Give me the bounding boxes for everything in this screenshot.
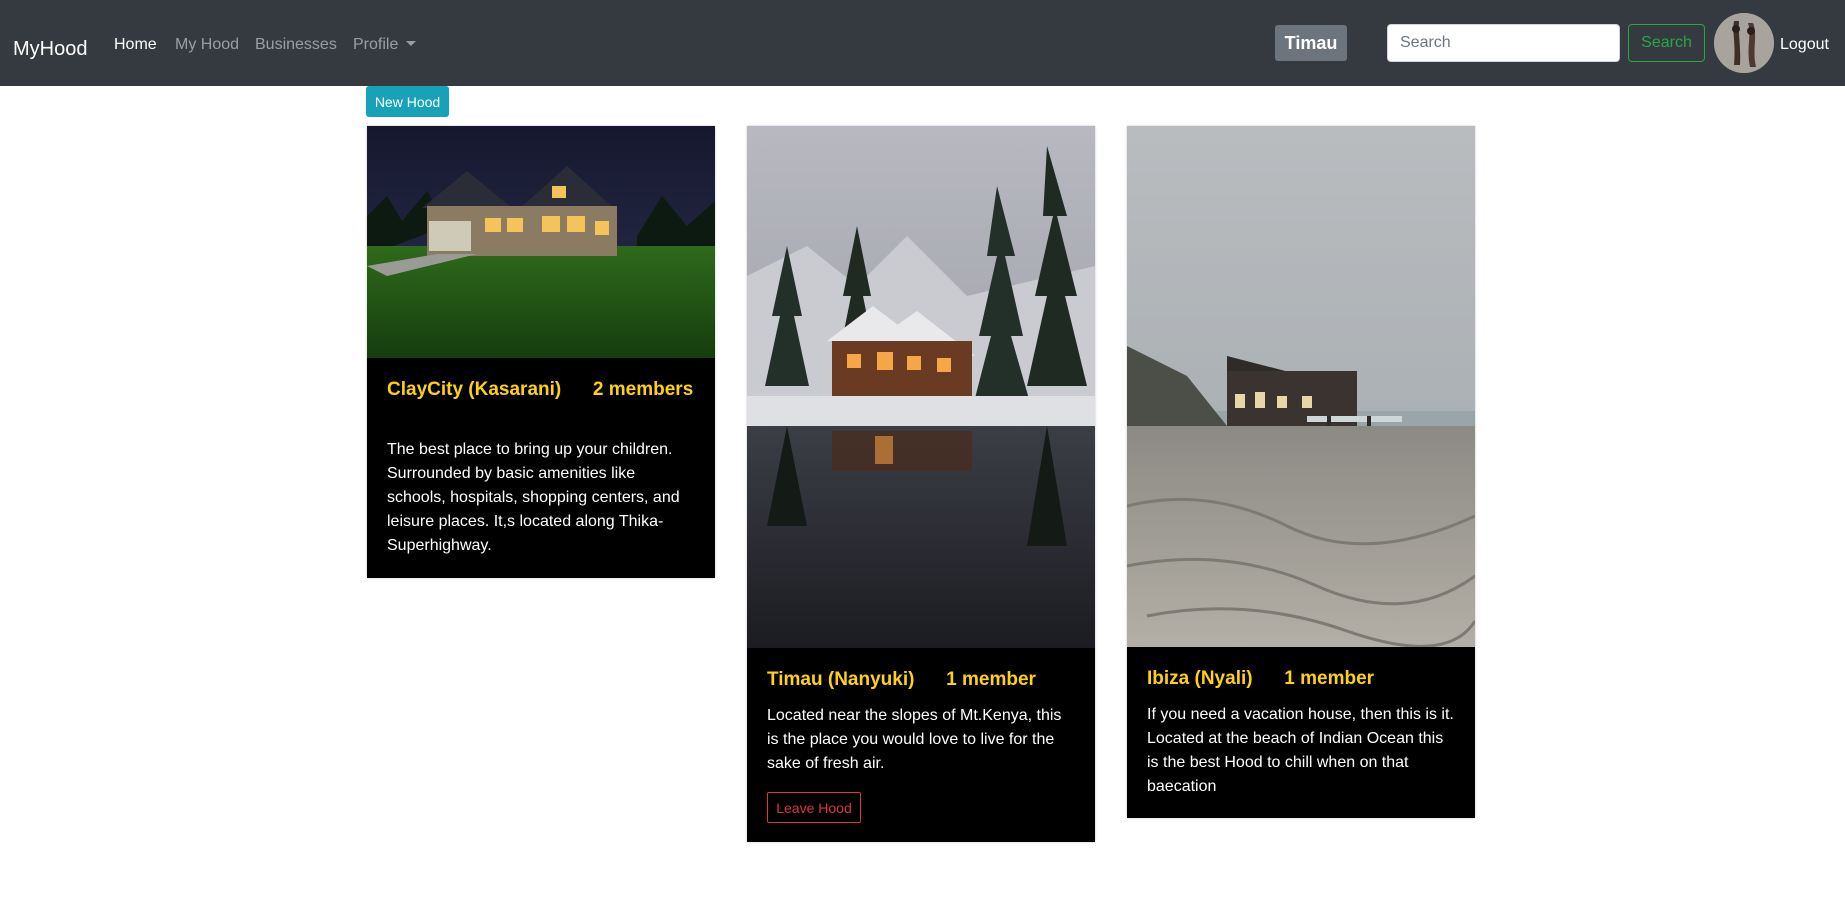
member-count: 2 members: [592, 379, 694, 400]
leave-hood-button[interactable]: Leave Hood: [767, 792, 861, 823]
hood-card-ibiza[interactable]: Ibiza (Nyali) 1 member If you need a vac…: [1127, 126, 1475, 818]
nav-link-businesses[interactable]: Businesses: [255, 36, 337, 54]
navbar: MyHood Home My Hood Businesses Profile T…: [0, 0, 1845, 86]
beach-house-image-icon: [1127, 126, 1475, 647]
brand-logo[interactable]: MyHood: [13, 38, 87, 61]
new-hood-button[interactable]: New Hood: [366, 86, 449, 117]
house-night-image-icon: [367, 126, 715, 358]
hood-image: [367, 126, 715, 358]
hood-description: The best place to bring up your children…: [387, 441, 680, 554]
search-input[interactable]: [1387, 24, 1620, 62]
hood-image: [1127, 126, 1475, 647]
hood-description: Located near the slopes of Mt.Kenya, thi…: [767, 707, 1062, 772]
nav-link-home[interactable]: Home: [114, 36, 157, 54]
member-count: 1 member: [1284, 668, 1375, 689]
hood-name: Timau (Nanyuki): [767, 669, 915, 690]
lake-cabin-image-icon: [747, 126, 1095, 648]
hood-name: ClayCity (Kasarani): [387, 379, 562, 400]
hood-card-timau[interactable]: Timau (Nanyuki) 1 member Located near th…: [747, 126, 1095, 842]
hood-title: Ibiza (Nyali) 1 member: [1147, 667, 1457, 691]
search-button[interactable]: Search: [1628, 24, 1705, 62]
nav-link-my-hood[interactable]: My Hood: [175, 36, 239, 54]
hood-title: Timau (Nanyuki) 1 member: [767, 668, 1077, 692]
user-photo-icon: [1714, 13, 1774, 73]
hood-card-claycity[interactable]: ClayCity (Kasarani) 2 members The best p…: [367, 126, 715, 578]
avatar[interactable]: [1714, 13, 1774, 73]
chevron-down-icon: [406, 41, 417, 46]
nav-link-profile-label: Profile: [353, 36, 399, 53]
current-hood-badge: Timau: [1275, 25, 1347, 61]
member-count: 1 member: [946, 669, 1036, 690]
hood-title: ClayCity (Kasarani) 2 members: [387, 378, 697, 402]
hood-image: [747, 126, 1095, 648]
hood-description: If you need a vacation house, then this …: [1147, 706, 1454, 795]
logout-link[interactable]: Logout: [1780, 36, 1829, 54]
hood-name: Ibiza (Nyali): [1147, 668, 1253, 689]
nav-dropdown-profile[interactable]: Profile: [353, 36, 417, 54]
